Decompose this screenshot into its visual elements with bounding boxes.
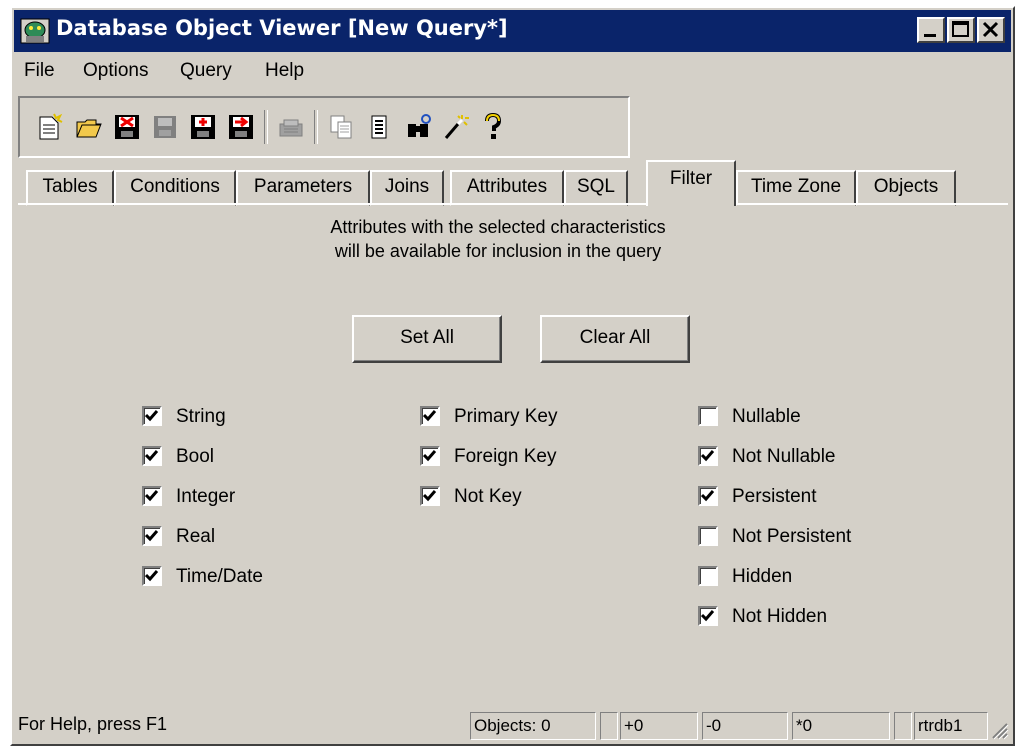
- filter-info-line1: Attributes with the selected characteris…: [330, 217, 666, 237]
- menu-options[interactable]: Options: [83, 60, 148, 82]
- filter-info-line2: will be available for inclusion in the q…: [334, 241, 662, 261]
- minimize-button[interactable]: [917, 17, 945, 43]
- status-minus: -0: [702, 712, 788, 740]
- tab-objects[interactable]: Objects: [856, 170, 956, 206]
- checkbox-label: Time/Date: [176, 566, 263, 587]
- tab-joins[interactable]: Joins: [370, 170, 444, 206]
- checkbox-label: Integer: [176, 486, 236, 507]
- checkbox-box[interactable]: [698, 566, 718, 586]
- checkbox-label: Not Hidden: [732, 606, 828, 627]
- checkbox-box[interactable]: [142, 566, 162, 586]
- checkbox-box[interactable]: [420, 446, 440, 466]
- resize-grip-icon[interactable]: [987, 718, 1009, 740]
- checkbox-label: Nullable: [732, 406, 801, 427]
- checkbox-box[interactable]: [142, 526, 162, 546]
- maximize-button[interactable]: [947, 17, 975, 43]
- status-plus: +0: [620, 712, 698, 740]
- toolbar-separator: [314, 110, 318, 144]
- checkbox-box[interactable]: [142, 446, 162, 466]
- status-db: rtrdb1: [914, 712, 988, 740]
- main-window: Database Object Viewer [New Query*] File…: [10, 6, 1015, 746]
- status-indicator: [894, 712, 912, 740]
- filter-panel: Attributes with the selected characteris…: [18, 203, 1008, 699]
- open-folder-icon[interactable]: [74, 112, 104, 142]
- status-help-text: For Help, press F1: [18, 714, 168, 734]
- tab-sql[interactable]: SQL: [564, 170, 628, 206]
- close-button[interactable]: [977, 17, 1005, 43]
- checkbox-box[interactable]: [698, 606, 718, 626]
- checkbox-box[interactable]: [420, 486, 440, 506]
- checkbox-label: Foreign Key: [454, 446, 557, 467]
- print-disabled-icon: [276, 112, 306, 142]
- checkbox-label: Bool: [176, 446, 215, 467]
- save-disabled-icon: [150, 112, 180, 142]
- clear-all-button[interactable]: Clear All: [540, 315, 690, 363]
- save-as-icon[interactable]: [226, 112, 256, 142]
- menu-file[interactable]: File: [24, 60, 55, 82]
- checkbox-box[interactable]: [698, 486, 718, 506]
- checkbox-label: Not Persistent: [732, 526, 852, 547]
- tab-strip: Tables Conditions Parameters Joins Attri…: [18, 160, 1013, 206]
- checkbox-box[interactable]: [142, 406, 162, 426]
- tab-conditions[interactable]: Conditions: [114, 170, 236, 206]
- app-icon: [20, 16, 50, 46]
- checkbox-label: Primary Key: [454, 406, 558, 427]
- checkbox-label: Persistent: [732, 486, 817, 507]
- help-icon[interactable]: [478, 112, 508, 142]
- set-all-button[interactable]: Set All: [352, 315, 502, 363]
- tab-filter[interactable]: Filter: [646, 160, 736, 206]
- new-query-icon[interactable]: [34, 112, 64, 142]
- checkbox-box[interactable]: [142, 486, 162, 506]
- menu-help[interactable]: Help: [265, 60, 304, 82]
- status-objects: Objects: 0: [470, 712, 596, 740]
- status-star: *0: [792, 712, 890, 740]
- window-title: Database Object Viewer [New Query*]: [56, 16, 508, 40]
- status-indicator: [600, 712, 618, 740]
- tab-attributes[interactable]: Attributes: [450, 170, 564, 206]
- delete-icon[interactable]: [112, 112, 142, 142]
- copy-icon[interactable]: [326, 112, 356, 142]
- checkbox-label: Hidden: [732, 566, 793, 587]
- toolbar: [18, 96, 630, 158]
- checkbox-box[interactable]: [420, 406, 440, 426]
- checkbox-box[interactable]: [698, 406, 718, 426]
- checkbox-box[interactable]: [698, 446, 718, 466]
- checkbox-box[interactable]: [698, 526, 718, 546]
- tab-parameters[interactable]: Parameters: [236, 170, 370, 206]
- tab-tables[interactable]: Tables: [26, 170, 114, 206]
- wizard-icon[interactable]: [440, 112, 470, 142]
- search-icon[interactable]: [404, 112, 434, 142]
- checkbox-label: String: [176, 406, 226, 427]
- checkbox-label: Not Nullable: [732, 446, 836, 467]
- save-icon[interactable]: [188, 112, 218, 142]
- toolbar-separator: [264, 110, 268, 144]
- list-icon[interactable]: [364, 112, 394, 142]
- tab-time-zone[interactable]: Time Zone: [736, 170, 856, 206]
- checkbox-label: Real: [176, 526, 216, 547]
- checkbox-label: Not Key: [454, 486, 522, 507]
- filter-info: Attributes with the selected characteris…: [18, 215, 1008, 263]
- title-bar[interactable]: Database Object Viewer [New Query*]: [14, 10, 1011, 52]
- menu-query[interactable]: Query: [180, 60, 232, 82]
- menu-bar: File Options Query Help: [14, 54, 1011, 88]
- status-bar: For Help, press F1 Objects: 0 +0 -0 *0 r…: [14, 708, 1011, 742]
